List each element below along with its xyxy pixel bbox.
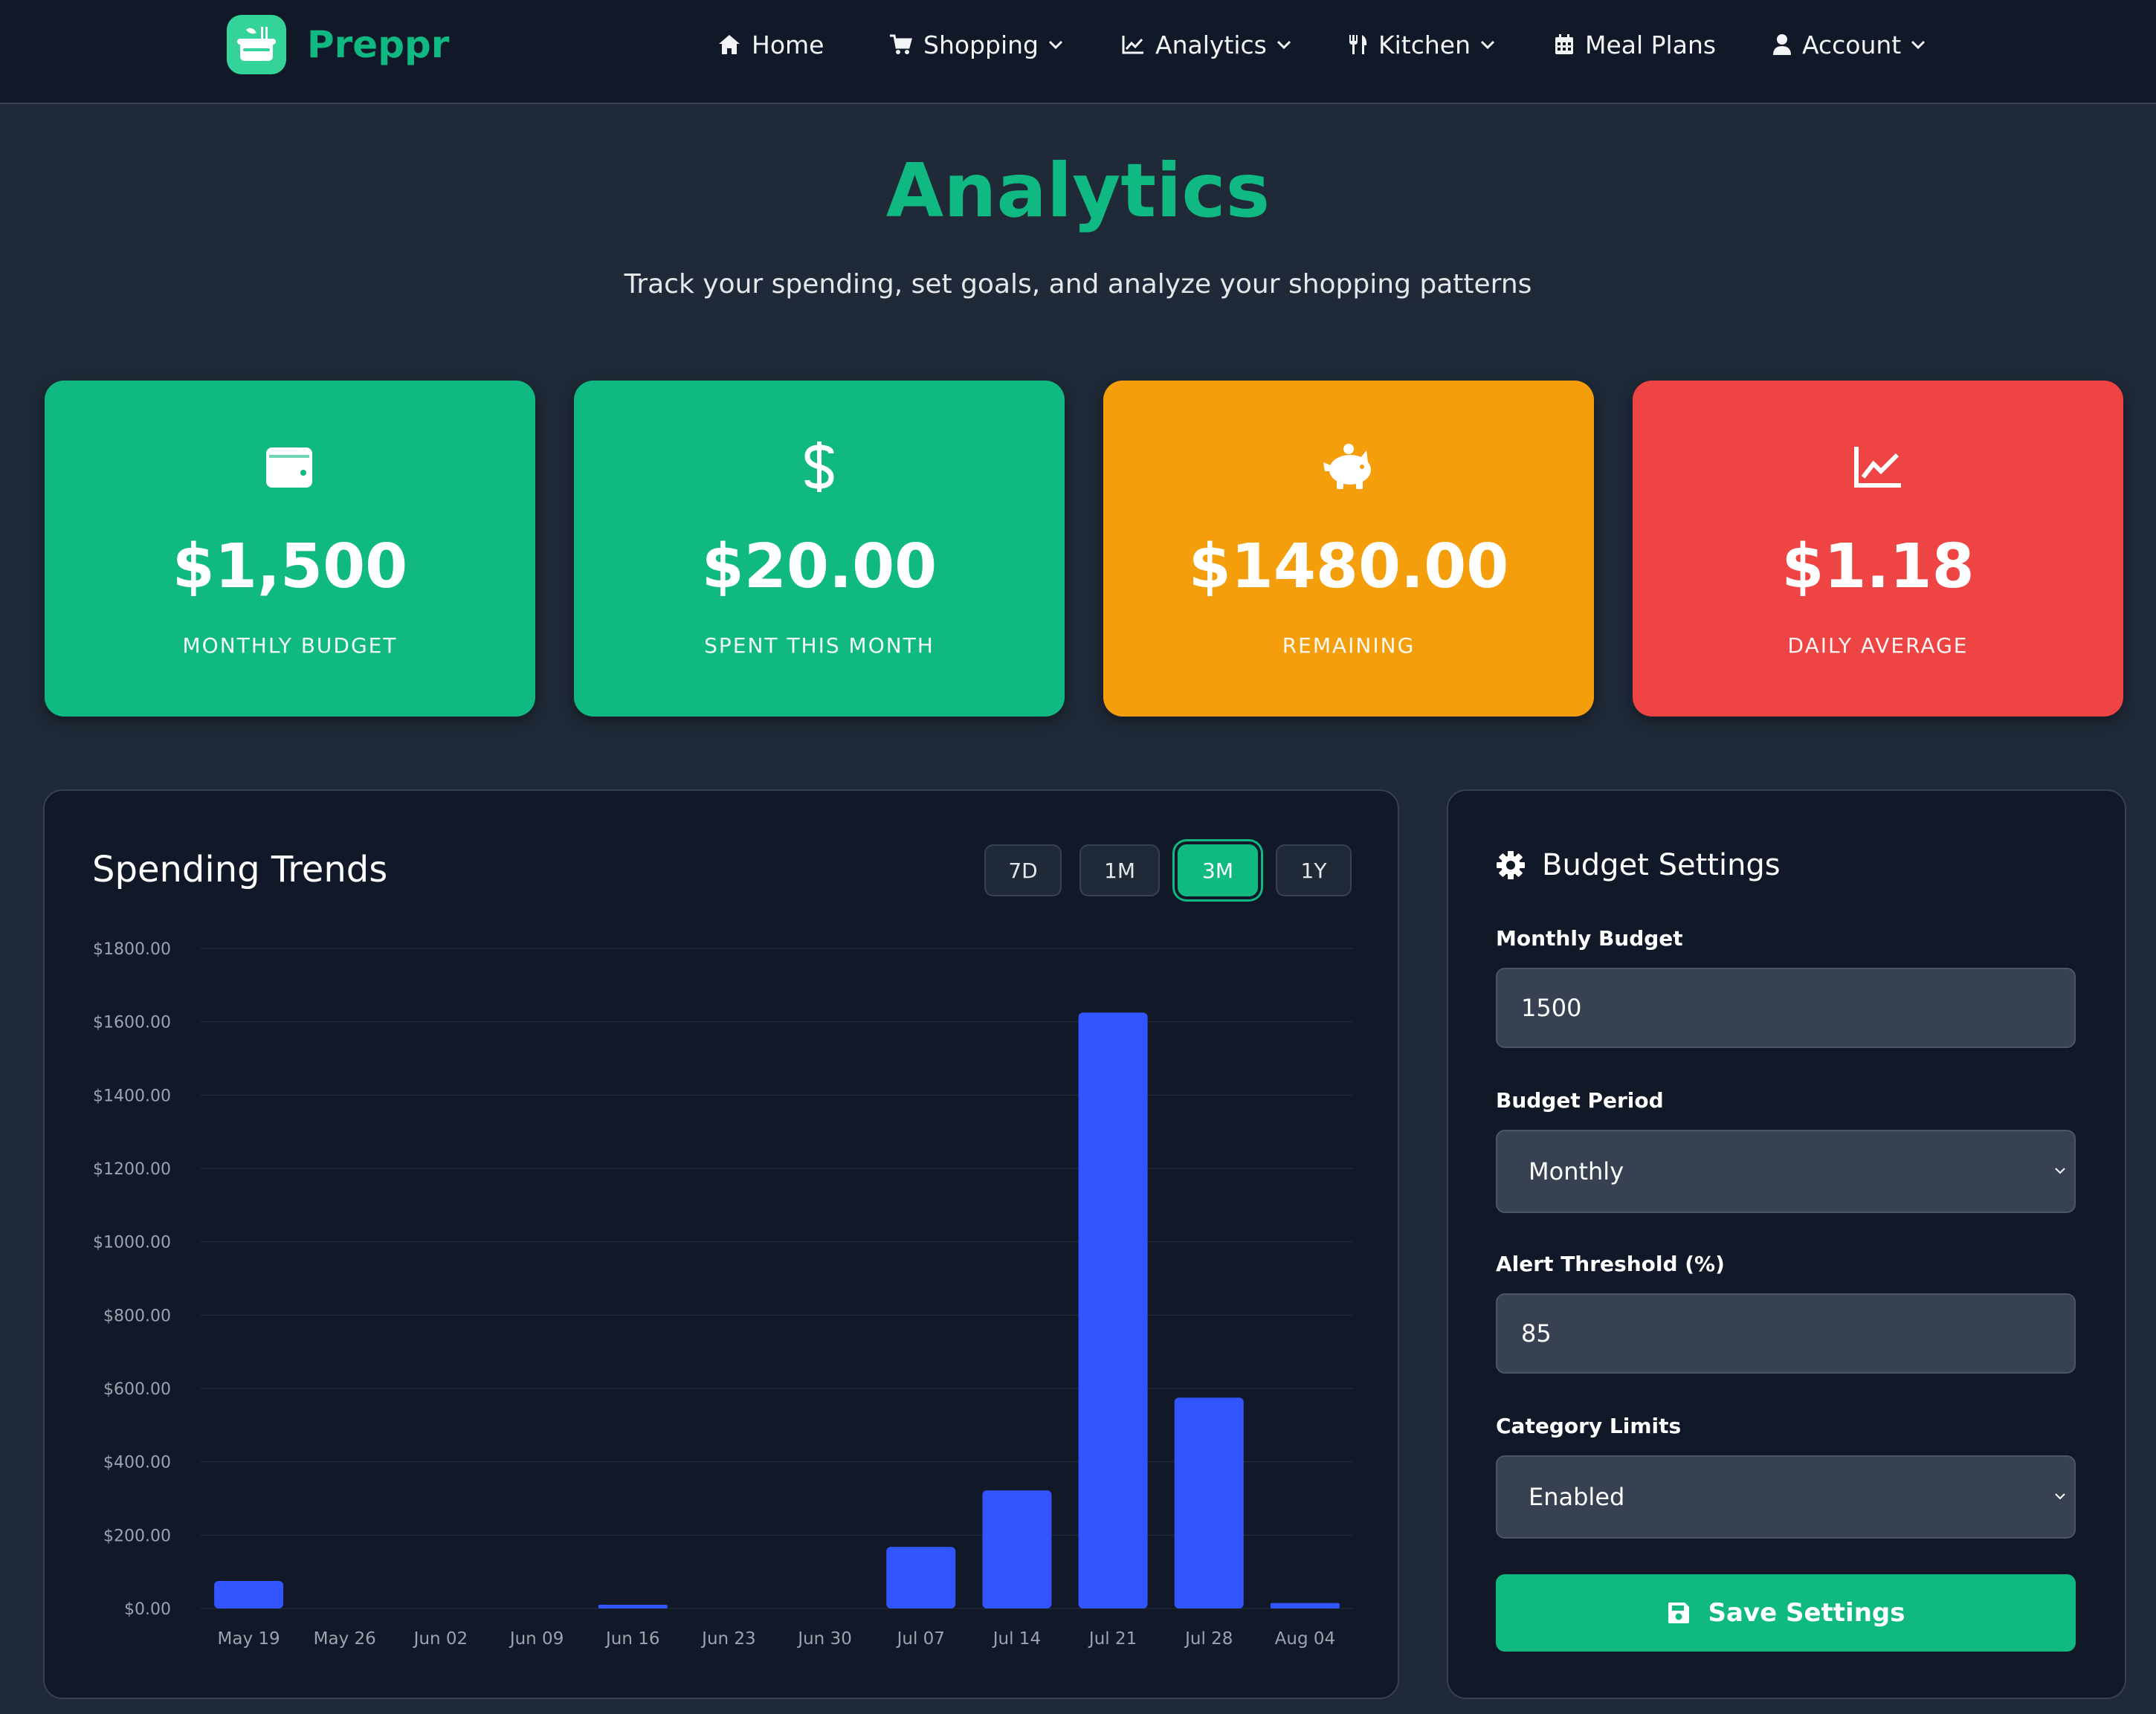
x-tick-label: Jun 16	[604, 1629, 660, 1649]
chevron-down-icon	[1048, 40, 1063, 50]
nav-shopping-label: Shopping	[923, 30, 1039, 59]
nav-meal-plans[interactable]: Meal Plans	[1554, 25, 1716, 64]
nav-meal-plans-label: Meal Plans	[1585, 30, 1717, 59]
top-navbar: Preppr Home Shopping Analytics Kitchen M…	[0, 0, 2156, 104]
stat-card-daily-average: $1.18 DAILY AVERAGE	[1633, 381, 2123, 717]
chevron-down-icon	[1277, 40, 1291, 50]
bar-jul-28[interactable]	[1174, 1397, 1244, 1608]
bar-aug-04[interactable]	[1270, 1603, 1340, 1608]
save-settings-label: Save Settings	[1708, 1598, 1905, 1628]
nav-account[interactable]: Account	[1772, 25, 1926, 64]
y-tick-label: $1400.00	[93, 1087, 171, 1105]
user-icon	[1773, 34, 1791, 55]
settings-header: Budget Settings	[1496, 844, 1781, 886]
bar-may-19[interactable]	[214, 1581, 284, 1608]
alert-threshold-input[interactable]: 85	[1496, 1293, 2076, 1374]
chevron-down-icon	[1480, 40, 1495, 50]
x-tick-label: Jun 23	[700, 1629, 756, 1649]
stat-label: MONTHLY BUDGET	[182, 633, 398, 658]
nav-account-label: Account	[1802, 30, 1902, 59]
stat-card-spent-this-month: $20.00 SPENT THIS MONTH	[574, 381, 1065, 717]
x-tick-label: Jun 09	[509, 1629, 564, 1649]
y-tick-label: $600.00	[103, 1380, 171, 1399]
y-tick-label: $1000.00	[93, 1234, 171, 1252]
stat-value: $1480.00	[1188, 531, 1509, 602]
stat-label: REMAINING	[1282, 633, 1416, 658]
stat-card-remaining: $1480.00 REMAINING	[1103, 381, 1594, 717]
y-tick-label: $400.00	[103, 1454, 171, 1472]
budget-period-value: Monthly	[1529, 1157, 1624, 1186]
y-tick-label: $1600.00	[93, 1014, 171, 1032]
category-limits-value: Enabled	[1529, 1483, 1625, 1511]
category-limits-select[interactable]: Enabled	[1496, 1455, 2076, 1539]
monthly-budget-label: Monthly Budget	[1496, 926, 1683, 951]
x-tick-label: Jun 02	[413, 1629, 468, 1649]
chart-line-icon	[1853, 439, 1903, 495]
budget-period-label: Budget Period	[1496, 1088, 1664, 1113]
stat-value: $20.00	[701, 531, 937, 602]
nav-analytics-label: Analytics	[1155, 30, 1267, 59]
utensils-icon	[1349, 35, 1367, 54]
calendar-icon	[1555, 34, 1573, 54]
stat-label: DAILY AVERAGE	[1787, 633, 1969, 658]
stat-card-monthly-budget: $1,500 MONTHLY BUDGET	[45, 381, 535, 717]
stat-label: SPENT THIS MONTH	[704, 633, 935, 658]
piggy-bank-icon	[1320, 439, 1377, 495]
brand[interactable]: Preppr	[227, 15, 449, 74]
x-tick-label: May 19	[218, 1629, 280, 1649]
monthly-budget-value: 1500	[1521, 994, 1582, 1022]
x-tick-label: Aug 04	[1275, 1629, 1336, 1649]
y-tick-label: $1200.00	[93, 1160, 171, 1179]
nav-home[interactable]: Home	[717, 25, 824, 64]
page-title: Analytics	[885, 147, 1271, 234]
nav-kitchen-label: Kitchen	[1378, 30, 1471, 59]
bar-jul-14[interactable]	[982, 1490, 1052, 1608]
nav-home-label: Home	[752, 30, 824, 59]
bar-jun-16[interactable]	[598, 1605, 668, 1608]
home-icon	[719, 35, 740, 54]
brand-name: Preppr	[307, 23, 450, 66]
alert-threshold-label: Alert Threshold (%)	[1496, 1252, 1725, 1276]
save-icon	[1668, 1603, 1689, 1623]
dollar-icon	[803, 439, 836, 495]
x-tick-label: Jul 14	[992, 1629, 1041, 1649]
budget-period-select[interactable]: Monthly	[1496, 1130, 2076, 1213]
wallet-icon	[265, 439, 315, 495]
nav-analytics[interactable]: Analytics	[1121, 25, 1292, 64]
x-tick-label: Jul 07	[896, 1629, 945, 1649]
x-tick-label: Jun 30	[796, 1629, 852, 1649]
y-tick-label: $800.00	[103, 1307, 171, 1325]
chart-line-icon	[1122, 36, 1143, 54]
x-tick-label: Jul 28	[1184, 1629, 1233, 1649]
settings-title: Budget Settings	[1542, 848, 1781, 882]
shopping-cart-icon	[890, 34, 912, 54]
chevron-down-icon	[2055, 1493, 2065, 1500]
spending-trends-panel: Spending Trends 7D 1M 3M 1Y $0.00 $200.00…	[43, 789, 1399, 1699]
gear-icon	[1497, 851, 1525, 879]
spending-trends-chart: $0.00 $200.00 $400.00 $600.00 $800.00 $1000.0…	[93, 940, 1353, 1649]
preppr-logo-icon	[227, 15, 286, 74]
x-tick-label: Jul 21	[1088, 1629, 1137, 1649]
alert-threshold-value: 85	[1521, 1319, 1552, 1348]
bar-jul-07[interactable]	[886, 1547, 956, 1608]
bar-jul-21[interactable]	[1078, 1012, 1148, 1608]
category-limits-label: Category Limits	[1496, 1414, 1682, 1438]
nav-shopping[interactable]: Shopping	[889, 25, 1064, 64]
page-subtitle: Track your spending, set goals, and anal…	[624, 269, 1532, 300]
save-settings-button[interactable]: Save Settings	[1496, 1574, 2076, 1652]
stat-value: $1.18	[1781, 531, 1975, 602]
x-tick-label: May 26	[314, 1629, 376, 1649]
y-tick-label: $0.00	[124, 1600, 171, 1619]
y-tick-label: $1800.00	[93, 940, 171, 959]
nav-kitchen[interactable]: Kitchen	[1347, 25, 1496, 64]
budget-settings-panel: Budget Settings Monthly Budget 1500 Budg…	[1447, 789, 2126, 1699]
y-tick-label: $200.00	[103, 1527, 171, 1545]
stat-value: $1,500	[172, 531, 408, 602]
chevron-down-icon	[1911, 40, 1926, 50]
chevron-down-icon	[2055, 1168, 2065, 1174]
monthly-budget-input[interactable]: 1500	[1496, 968, 2076, 1048]
